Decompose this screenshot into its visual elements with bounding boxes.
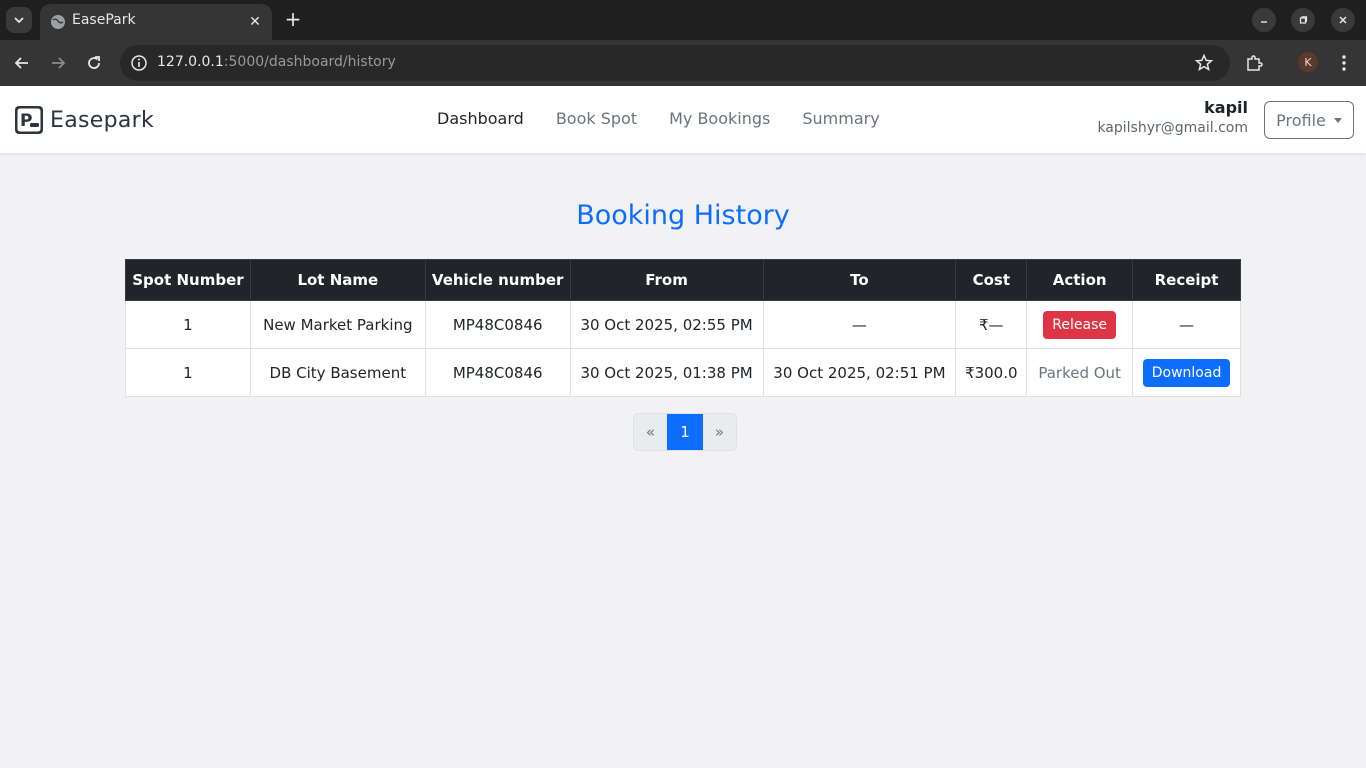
close-icon [1339,16,1347,24]
brand-name: Easepark [50,107,155,133]
brand-link[interactable]: P Easepark [14,105,154,135]
from-cell: 30 Oct 2025, 02:55 PM [569,300,764,349]
url-path: :5000/dashboard/history [223,54,396,70]
site-info-icon[interactable] [130,54,148,72]
arrow-left-icon [14,57,28,69]
to-cell: 30 Oct 2025, 02:51 PM [762,348,957,397]
user-name: kapil [1204,98,1248,117]
column-header: Action [1026,259,1134,301]
browser-toolbar: 127.0.0.1:5000/dashboard/history K [0,40,1366,86]
chevron-down-icon [14,17,24,24]
profile-dropdown-button[interactable]: Profile [1264,101,1354,139]
url-host: 127.0.0.1 [157,54,224,70]
reload-icon [88,56,100,69]
column-header: Vehicle number [424,259,571,301]
action-cell: Release [1026,300,1134,349]
svg-text:P: P [20,111,32,131]
lot-name-cell: New Market Parking [249,300,426,349]
profile-label: Profile [1276,110,1326,130]
parking-logo-icon: P [15,106,43,134]
restore-button[interactable] [1291,8,1315,32]
column-header: Receipt [1132,259,1241,301]
vehicle-number-cell: MP48C0846 [424,348,571,397]
column-header: Cost [955,259,1028,301]
nav-link-book-spot[interactable]: Book Spot [556,109,637,128]
more-vertical-icon [1342,55,1346,71]
url-text: 127.0.0.1:5000/dashboard/history [157,54,396,70]
spot-number-cell: 1 [125,348,251,397]
spot-number-cell: 1 [125,300,251,349]
receipt-cell: — [1132,300,1241,349]
tab-title: EasePark [72,12,136,28]
nav-link-summary[interactable]: Summary [802,109,879,128]
user-email: kapilshyr@gmail.com [1097,120,1248,136]
close-window-button[interactable] [1331,8,1355,32]
browser-tab[interactable]: EasePark ✕ [40,4,272,40]
user-info: kapil kapilshyr@gmail.com [1097,98,1248,136]
puzzle-icon [1247,55,1263,71]
cost-cell: ₹— [955,300,1028,349]
forward-button[interactable] [46,51,70,75]
booking-history-table: Spot Number Lot Name Vehicle number From… [125,259,1241,397]
pagination-prev[interactable]: « [634,414,667,450]
release-button[interactable]: Release [1043,310,1116,339]
nav-link-my-bookings[interactable]: My Bookings [669,109,770,128]
column-header: From [569,259,764,301]
nav-link-dashboard[interactable]: Dashboard [437,109,524,128]
arrow-right-icon [52,57,66,69]
restore-icon [1299,16,1308,24]
table-row: 1 New Market Parking MP48C0846 30 Oct 20… [125,300,1241,349]
column-header: To [762,259,957,301]
profile-avatar[interactable]: K [1298,52,1318,72]
column-header: Spot Number [125,259,251,301]
minimize-button[interactable] [1252,8,1276,32]
action-status-cell: Parked Out [1026,348,1134,397]
address-bar[interactable]: 127.0.0.1:5000/dashboard/history [120,45,1230,81]
table-header-row: Spot Number Lot Name Vehicle number From… [125,259,1241,301]
from-cell: 30 Oct 2025, 01:38 PM [569,348,764,397]
receipt-cell: Download [1132,348,1241,397]
reload-button[interactable] [82,51,106,75]
main-nav: Dashboard Book Spot My Bookings Summary [437,109,912,128]
new-tab-button[interactable]: + [282,7,304,31]
browser-tab-bar: EasePark ✕ + [0,0,1366,40]
extensions-button[interactable] [1242,51,1266,75]
minimize-icon [1261,21,1267,23]
table-row: 1 DB City Basement MP48C0846 30 Oct 2025… [125,348,1241,397]
close-tab-icon[interactable]: ✕ [246,13,264,31]
cost-cell: ₹300.0 [955,348,1028,397]
back-button[interactable] [10,51,34,75]
tab-search-button[interactable] [6,7,32,33]
vehicle-number-cell: MP48C0846 [424,300,571,349]
app-navbar: P Easepark Dashboard Book Spot My Bookin… [0,86,1366,153]
download-receipt-button[interactable]: Download [1142,358,1231,387]
to-cell: — [762,300,957,349]
bookmark-star-icon[interactable] [1194,53,1214,73]
globe-icon [51,15,65,29]
pagination-page-current[interactable]: 1 [667,414,703,450]
pagination-next[interactable]: » [703,414,736,450]
column-header: Lot Name [249,259,426,301]
caret-down-icon [1333,117,1342,123]
lot-name-cell: DB City Basement [249,348,426,397]
page-title: Booking History [576,200,790,231]
pagination: « 1 » [633,413,737,451]
browser-menu-button[interactable] [1332,51,1356,75]
